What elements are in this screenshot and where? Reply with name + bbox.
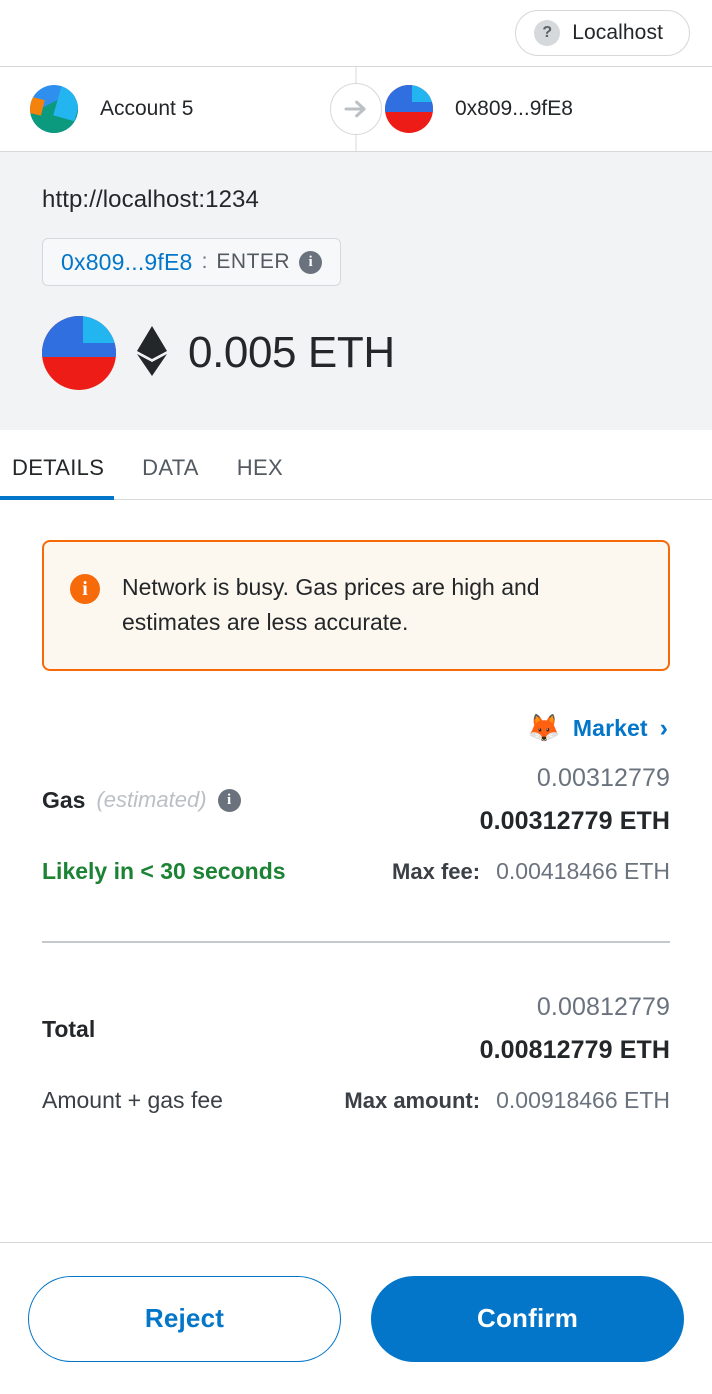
max-fee-label: Max fee: [392,859,481,884]
connector-line-bottom [355,134,357,151]
metamask-confirm-transaction-page: ? Localhost Account 5 0x809...9fE8 http:… [0,0,712,1394]
alert-message: Network is busy. Gas prices are high and… [122,574,540,635]
amount-row: 0.005 ETH [0,286,712,390]
token-identicon [42,316,116,390]
gas-secondary-row: Likely in < 30 seconds Max fee: 0.004184… [42,858,670,885]
gas-speed-estimate: Likely in < 30 seconds [42,858,286,884]
network-name-label: Localhost [572,21,663,44]
contract-action-badge[interactable]: 0x809...9fE8 : ENTER i [42,238,342,286]
contract-address-label: 0x809...9fE8 [61,248,193,275]
connector-line-top [355,67,357,84]
max-fee-value: 0.00418466 ETH [496,858,670,884]
max-amount-group: Max amount: 0.00918466 ETH [344,1087,670,1114]
gas-edit-market-button[interactable]: 🦊 Market › [42,715,670,742]
total-fiat-value: 0.00812779 [536,993,670,1021]
max-fee-group: Max fee: 0.00418466 ETH [392,858,670,885]
total-secondary-row: Amount + gas fee Max amount: 0.00918466 … [42,1087,670,1114]
sender-name-label: Account 5 [100,97,194,120]
amount-value: 0.005 ETH [188,328,395,377]
network-selector-pill[interactable]: ? Localhost [515,10,690,56]
details-tab-panel: i Network is busy. Gas prices are high a… [0,500,712,1242]
recipient-party[interactable]: 0x809...9fE8 [357,85,712,133]
gas-fiat-value: 0.00312779 [536,764,670,792]
sender-party[interactable]: Account 5 [0,85,357,133]
arrow-right-icon [330,83,382,135]
detail-tabs: DETAILS DATA HEX [0,430,712,500]
gas-values-group: 0.00312779 0.00312779 ETH [480,764,670,836]
fox-icon: 🦊 [527,713,561,743]
sender-recipient-bar: Account 5 0x809...9fE8 [0,66,712,152]
section-divider [42,941,670,943]
gas-label-group: Gas (estimated) i [42,787,241,814]
contract-method-label: ENTER [216,250,291,273]
tab-data[interactable]: DATA [142,455,199,499]
total-values-group: 0.00812779 0.00812779 ETH [480,993,670,1065]
total-section: Total 0.00812779 0.00812779 ETH Amount +… [42,993,670,1114]
info-icon[interactable]: i [217,788,241,812]
total-main-row: Total 0.00812779 0.00812779 ETH [42,993,670,1065]
ethereum-diamond-icon [136,325,168,381]
recipient-identicon [385,85,433,133]
total-note: Amount + gas fee [42,1087,223,1113]
info-icon[interactable]: i [299,250,323,274]
transaction-summary-panel: http://localhost:1234 0x809...9fE8 : ENT… [0,152,712,430]
action-footer: Reject Confirm [0,1242,712,1394]
info-icon: i [70,574,100,604]
gas-fee-section: Gas (estimated) i 0.00312779 0.00312779 … [42,764,670,885]
max-amount-label: Max amount: [344,1088,481,1113]
total-native-value: 0.00812779 ETH [479,1036,670,1064]
gas-estimated-note: (estimated) [96,787,207,812]
total-label-group: Total [42,1016,95,1043]
total-label: Total [42,1015,96,1042]
network-bar: ? Localhost [0,0,712,66]
question-mark-icon: ? [534,20,561,46]
separator-colon: : [201,250,208,273]
origin-url: http://localhost:1234 [42,186,259,213]
network-busy-alert: i Network is busy. Gas prices are high a… [42,540,670,671]
market-label: Market [572,715,648,741]
reject-button[interactable]: Reject [28,1275,341,1362]
tab-hex[interactable]: HEX [237,455,283,499]
recipient-address-label: 0x809...9fE8 [455,97,573,120]
tab-details[interactable]: DETAILS [0,455,115,500]
chevron-right-icon: › [659,714,668,742]
gas-native-value: 0.00312779 ETH [479,807,670,835]
gas-label: Gas [42,786,86,813]
sender-identicon [30,85,78,133]
confirm-button[interactable]: Confirm [371,1275,684,1362]
max-amount-value: 0.00918466 ETH [496,1087,670,1113]
gas-fee-main-row: Gas (estimated) i 0.00312779 0.00312779 … [42,764,670,836]
